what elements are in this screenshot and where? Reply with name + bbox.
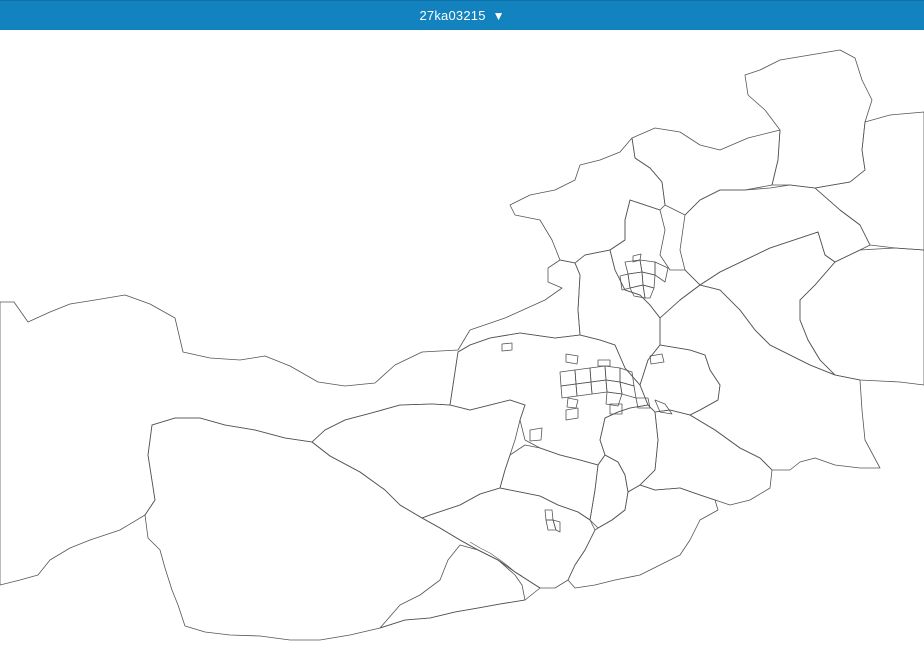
layer-title: 27ka03215 <box>419 8 486 23</box>
map-canvas[interactable] <box>0 30 924 660</box>
region-boundary-map[interactable] <box>0 30 924 660</box>
urban-blocks-center <box>501 342 673 442</box>
district-west[interactable] <box>0 259 581 586</box>
district-north-central[interactable] <box>631 127 781 216</box>
district-north-east-band[interactable] <box>679 184 871 286</box>
district-link-corridor[interactable] <box>574 249 661 386</box>
district-southeast[interactable] <box>567 484 719 589</box>
district-southwest[interactable] <box>144 417 541 641</box>
district-northeast-middle[interactable] <box>699 231 836 376</box>
district-south-lower[interactable] <box>421 487 596 589</box>
district-rightmost-top[interactable] <box>814 111 924 251</box>
district-narrow-stripe[interactable] <box>589 454 629 529</box>
district-central-south[interactable] <box>311 399 526 519</box>
district-city-north[interactable] <box>609 199 701 319</box>
district-center-south[interactable] <box>499 444 599 521</box>
district-north-west[interactable] <box>509 137 666 264</box>
urban-blocks-north <box>619 253 669 299</box>
urban-blocks-south <box>544 509 561 533</box>
layer-selector-bar[interactable]: 27ka03215 ▼ <box>0 0 924 30</box>
district-south-pocket[interactable] <box>379 544 526 629</box>
district-center-east[interactable] <box>599 404 659 493</box>
district-far-northeast[interactable] <box>744 49 873 189</box>
triangle-down-icon[interactable]: ▼ <box>493 10 505 22</box>
district-far-east[interactable] <box>799 247 924 386</box>
